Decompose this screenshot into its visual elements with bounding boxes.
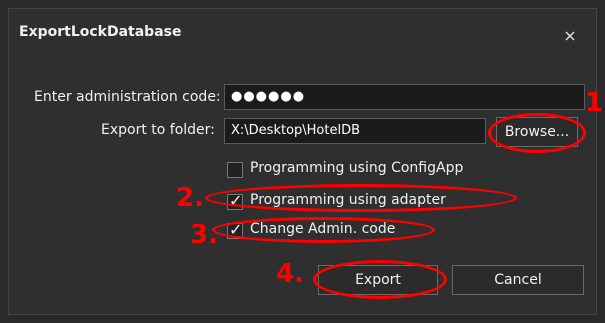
- close-icon[interactable]: [563, 28, 577, 42]
- annotation-oval-browse: [488, 113, 586, 153]
- annotation-step-3: 3.: [190, 220, 218, 250]
- annotation-oval-export: [313, 260, 447, 299]
- annotation-step-2: 2.: [176, 183, 204, 213]
- annotation-oval-adapter: [205, 184, 517, 212]
- admin-code-password-field[interactable]: ●●●●●●: [224, 84, 585, 110]
- configapp-checkbox[interactable]: [227, 162, 243, 178]
- close-icon-glyph: [565, 31, 575, 41]
- annotation-oval-admin-code: [212, 217, 435, 243]
- configapp-checkbox-label: Programming using ConfigApp: [250, 160, 464, 176]
- annotation-step-1: 1.: [585, 88, 605, 118]
- export-folder-input[interactable]: X:\Desktop\HotelDB: [224, 118, 486, 144]
- dialog-title: ExportLockDatabase: [19, 24, 182, 40]
- annotation-step-4: 4.: [276, 259, 304, 289]
- admin-code-label: Enter administration code:: [34, 89, 221, 105]
- export-folder-label: Export to folder:: [101, 122, 215, 138]
- cancel-button[interactable]: Cancel: [452, 265, 584, 295]
